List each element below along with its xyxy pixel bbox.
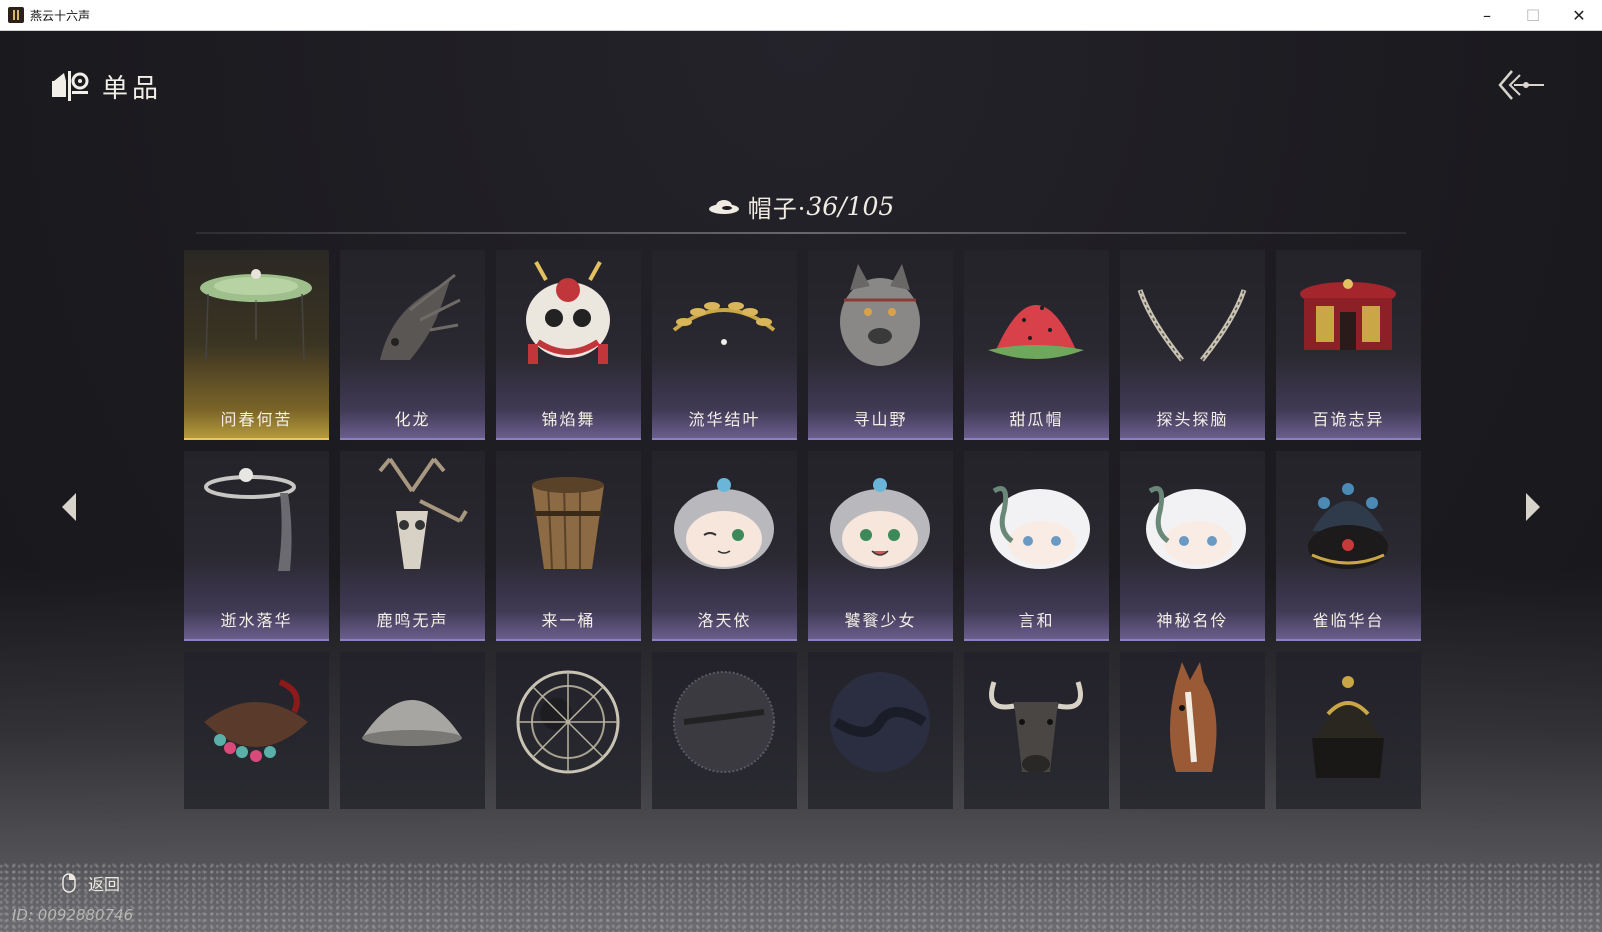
page-title: 单品 [102, 73, 163, 104]
item-card[interactable]: 问春何苦 [184, 250, 329, 440]
item-name: 洛天依 [697, 611, 752, 630]
app-logo-icon [8, 7, 24, 23]
chevron-right-icon [1526, 493, 1540, 521]
next-page-button[interactable] [1520, 489, 1544, 525]
item-card[interactable] [652, 652, 797, 809]
wolf-head-icon [840, 264, 920, 366]
header-divider [196, 232, 1406, 234]
woven-veil-hat-icon [673, 671, 775, 773]
luo-tianyi-head-icon [830, 478, 930, 569]
item-card[interactable] [1276, 652, 1421, 809]
item-name: 来一桶 [541, 611, 596, 630]
item-name: 鹿鸣无声 [376, 611, 449, 630]
minimize-button[interactable]: – [1464, 0, 1510, 30]
item-name: 雀临华台 [1312, 611, 1385, 630]
item-card[interactable]: 逝水落华 [184, 451, 329, 641]
item-card[interactable]: 神秘名伶 [1120, 451, 1265, 641]
item-card[interactable]: 锦焰舞 [496, 250, 641, 440]
item-name: 神秘名伶 [1156, 611, 1229, 630]
mouse-icon [62, 873, 76, 893]
buffalo-head-icon [989, 681, 1083, 773]
iron-bowl-hat-icon [362, 700, 462, 746]
item-card[interactable]: 探头探脑 [1120, 250, 1265, 440]
ground-texture [0, 862, 1602, 932]
rattan-hat-icon [516, 670, 620, 774]
item-name: 化龙 [394, 410, 431, 429]
back-arrow-icon[interactable] [1498, 67, 1546, 103]
hat-category-icon [52, 71, 89, 101]
horse-head-icon [1170, 662, 1217, 772]
item-card[interactable]: 寻山野 [808, 250, 953, 440]
yanhe-head-icon [990, 486, 1090, 569]
luo-tianyi-head-wink-icon [674, 478, 774, 569]
item-name: 寻山野 [853, 410, 908, 429]
window-titlebar: 燕云十六声 – ☐ ✕ [0, 0, 1602, 31]
dragon-head-icon [380, 273, 461, 360]
item-card[interactable] [808, 652, 953, 809]
item-card[interactable]: 言和 [964, 451, 1109, 641]
beaded-headpiece-icon [204, 679, 308, 762]
item-card[interactable]: 饕餮少女 [808, 451, 953, 641]
yanhe-head-2-icon [1146, 486, 1246, 569]
red-palanquin-hat-icon [1300, 279, 1396, 350]
item-card[interactable]: 来一桶 [496, 451, 641, 641]
golden-laurel-icon [672, 302, 776, 345]
close-button[interactable]: ✕ [1556, 0, 1602, 30]
item-card[interactable]: 洛天依 [652, 451, 797, 641]
collection-count: 36/105 [806, 192, 895, 221]
player-id: ID: 0092880746 [12, 906, 134, 924]
item-name: 甜瓜帽 [1009, 410, 1064, 429]
item-name: 百诡志异 [1312, 410, 1385, 429]
page-header: 单品 [50, 67, 162, 105]
item-name: 问春何苦 [220, 410, 293, 429]
item-name: 锦焰舞 [541, 410, 596, 429]
item-card[interactable] [964, 652, 1109, 809]
chevron-left-icon [62, 493, 76, 521]
item-card[interactable]: 雀临华台 [1276, 451, 1421, 641]
item-card[interactable]: 鹿鸣无声 [340, 451, 485, 641]
item-card[interactable]: 甜瓜帽 [964, 250, 1109, 440]
phoenix-crown-icon [1308, 483, 1388, 569]
deer-skull-icon [378, 457, 468, 569]
watermelon-hat-icon [988, 305, 1084, 359]
item-name: 饕餮少女 [844, 611, 917, 630]
pheasant-feathers-icon [1137, 289, 1247, 362]
window-title: 燕云十六声 [30, 8, 91, 23]
item-name: 言和 [1018, 611, 1055, 630]
category-header: 帽子· 36/105 [0, 189, 1602, 224]
category-label: 帽子· [747, 195, 807, 223]
footer-back[interactable]: 返回 [62, 871, 120, 895]
hat-icon [708, 199, 739, 214]
previous-page-button[interactable] [58, 489, 82, 525]
game-viewport: 单品 帽子· 36/105 问春何苦 化龙 锦焰舞 流华结叶 寻山野 甜瓜帽 探头探脑 百诡志… [0, 31, 1602, 932]
veiled-crown-icon [204, 468, 296, 571]
bamboo-hat-icon [200, 269, 312, 361]
item-name: 流华结叶 [688, 410, 761, 429]
item-card[interactable]: 化龙 [340, 250, 485, 440]
item-card[interactable] [340, 652, 485, 809]
maximize-button[interactable]: ☐ [1510, 0, 1556, 30]
item-card[interactable]: 百诡志异 [1276, 250, 1421, 440]
item-card[interactable] [1120, 652, 1265, 809]
item-card[interactable] [496, 652, 641, 809]
item-name: 探头探脑 [1156, 410, 1229, 429]
wooden-bucket-icon [532, 477, 604, 570]
back-label: 返回 [88, 875, 121, 894]
lion-dance-head-icon [526, 261, 610, 364]
window-controls: – ☐ ✕ [1464, 0, 1602, 30]
item-grid: 问春何苦 化龙 锦焰舞 流华结叶 寻山野 甜瓜帽 探头探脑 百诡志异逝水落华 鹿鸣无声 来一桶 洛天… [184, 250, 1421, 809]
dark-cloth-hat-icon [830, 672, 930, 772]
golden-helmet-icon [1312, 676, 1384, 778]
item-card[interactable]: 流华结叶 [652, 250, 797, 440]
item-card[interactable] [184, 652, 329, 809]
item-name: 逝水落华 [220, 611, 293, 630]
